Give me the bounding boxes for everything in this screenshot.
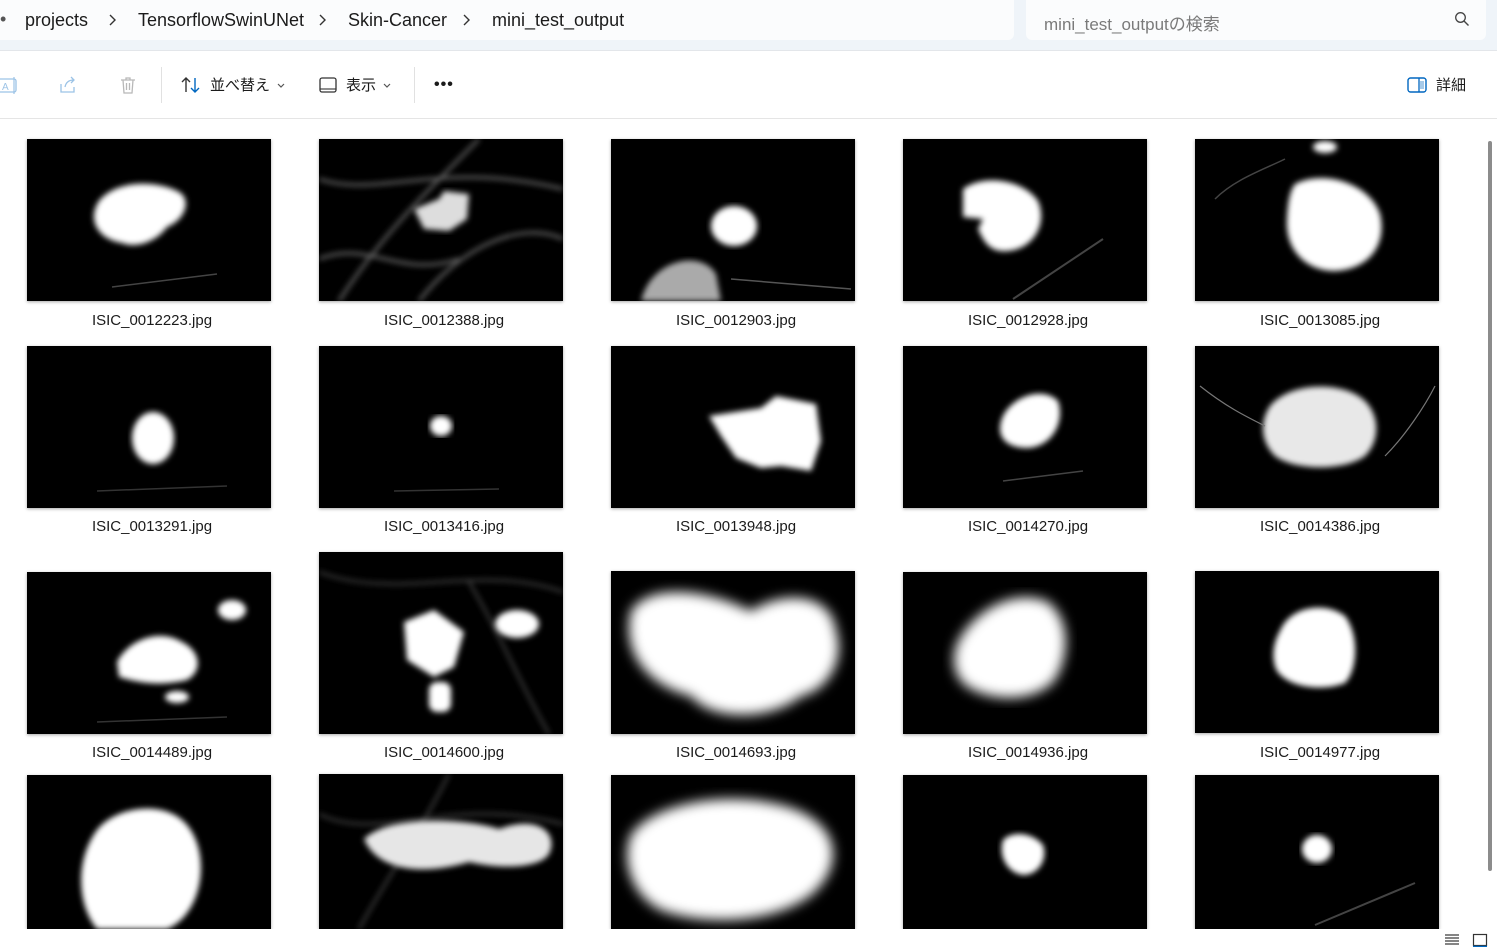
- view-label: 表示: [346, 77, 377, 94]
- file-grid: ISIC_0012223.jpg ISIC_0012388.jpg ISIC_0…: [0, 119, 1480, 929]
- file-name[interactable]: ISIC_0014693.jpg: [590, 744, 882, 761]
- chevron-down-icon: [277, 83, 285, 88]
- vertical-scrollbar[interactable]: [1480, 119, 1497, 929]
- file-name[interactable]: ISIC_0014977.jpg: [1174, 744, 1466, 761]
- search-icon[interactable]: [1454, 11, 1470, 27]
- breadcrumb-item-mini-test-output[interactable]: mini_test_output: [492, 10, 624, 31]
- file-name[interactable]: ISIC_0012223.jpg: [6, 312, 298, 329]
- file-name[interactable]: ISIC_0013291.jpg: [6, 518, 298, 535]
- breadcrumb-item-skin-cancer[interactable]: Skin-Cancer: [348, 10, 447, 31]
- file-thumbnail[interactable]: [1195, 346, 1439, 508]
- chevron-right-icon: [319, 14, 326, 26]
- file-thumbnail[interactable]: [903, 346, 1147, 508]
- file-thumbnail[interactable]: [611, 139, 855, 301]
- breadcrumb-overflow-dot[interactable]: •: [0, 9, 6, 30]
- view-icon: [319, 76, 337, 93]
- file-thumbnail[interactable]: [903, 775, 1147, 929]
- rename-icon: A: [0, 76, 17, 94]
- svg-text:A: A: [2, 82, 9, 93]
- details-button[interactable]: 詳細: [1406, 51, 1466, 118]
- delete-button[interactable]: [118, 51, 138, 118]
- file-name[interactable]: ISIC_0012388.jpg: [298, 312, 590, 329]
- command-bar: A 並べ替え 表示 ••• 詳細: [0, 51, 1497, 119]
- file-thumbnail[interactable]: [1195, 139, 1439, 301]
- file-thumbnail[interactable]: [903, 139, 1147, 301]
- status-bar: [0, 929, 1497, 951]
- trash-icon: [121, 76, 135, 94]
- details-label: 詳細: [1436, 77, 1467, 94]
- breadcrumb[interactable]: • projects TensorflowSwinUNet Skin-Cance…: [0, 0, 1014, 40]
- chevron-down-icon: [383, 83, 391, 88]
- toolbar-divider: [414, 67, 415, 103]
- search-placeholder: mini_test_outputの検索: [1044, 15, 1220, 34]
- scrollbar-thumb[interactable]: [1488, 141, 1492, 871]
- details-pane-icon: [1407, 76, 1427, 93]
- toolbar-divider: [161, 67, 162, 103]
- file-thumbnail[interactable]: [319, 139, 563, 301]
- file-thumbnail[interactable]: [319, 774, 563, 929]
- large-icons-view-icon[interactable]: [1472, 933, 1488, 947]
- sort-label: 並べ替え: [210, 77, 271, 94]
- file-thumbnail[interactable]: [903, 572, 1147, 734]
- share-button[interactable]: [58, 51, 78, 118]
- chevron-right-icon: [463, 14, 470, 26]
- file-name[interactable]: ISIC_0013085.jpg: [1174, 312, 1466, 329]
- file-thumbnail[interactable]: [319, 346, 563, 508]
- chevron-right-icon: [109, 14, 116, 26]
- file-thumbnail[interactable]: [1195, 571, 1439, 733]
- file-thumbnail[interactable]: [611, 571, 855, 734]
- file-name[interactable]: ISIC_0012903.jpg: [590, 312, 882, 329]
- more-options-button[interactable]: •••: [434, 51, 454, 118]
- file-name[interactable]: ISIC_0014600.jpg: [298, 744, 590, 761]
- view-button[interactable]: 表示: [318, 51, 394, 118]
- share-icon: [60, 76, 75, 93]
- file-name[interactable]: ISIC_0013416.jpg: [298, 518, 590, 535]
- file-name[interactable]: ISIC_0012928.jpg: [882, 312, 1174, 329]
- file-thumbnail[interactable]: [611, 775, 855, 929]
- file-name[interactable]: ISIC_0013948.jpg: [590, 518, 882, 535]
- file-name[interactable]: ISIC_0014386.jpg: [1174, 518, 1466, 535]
- file-thumbnail[interactable]: [27, 346, 271, 508]
- sort-icon: [181, 76, 200, 93]
- address-strip: • projects TensorflowSwinUNet Skin-Cance…: [0, 0, 1497, 51]
- more-options-icon: •••: [434, 75, 454, 93]
- file-thumbnail[interactable]: [611, 346, 855, 508]
- breadcrumb-item-projects[interactable]: projects: [25, 10, 88, 31]
- details-view-icon[interactable]: [1444, 933, 1460, 947]
- file-thumbnail[interactable]: [1195, 775, 1439, 929]
- rename-button[interactable]: A: [0, 51, 20, 118]
- file-name[interactable]: ISIC_0014936.jpg: [882, 744, 1174, 761]
- file-thumbnail[interactable]: [319, 552, 563, 734]
- file-thumbnail[interactable]: [27, 572, 271, 734]
- breadcrumb-item-tensorflowswinunet[interactable]: TensorflowSwinUNet: [138, 10, 304, 31]
- file-thumbnail[interactable]: [27, 775, 271, 929]
- file-thumbnail[interactable]: [27, 139, 271, 301]
- file-name[interactable]: ISIC_0014489.jpg: [6, 744, 298, 761]
- file-name[interactable]: ISIC_0014270.jpg: [882, 518, 1174, 535]
- sort-button[interactable]: 並べ替え: [180, 51, 288, 118]
- search-input[interactable]: mini_test_outputの検索: [1026, 0, 1486, 40]
